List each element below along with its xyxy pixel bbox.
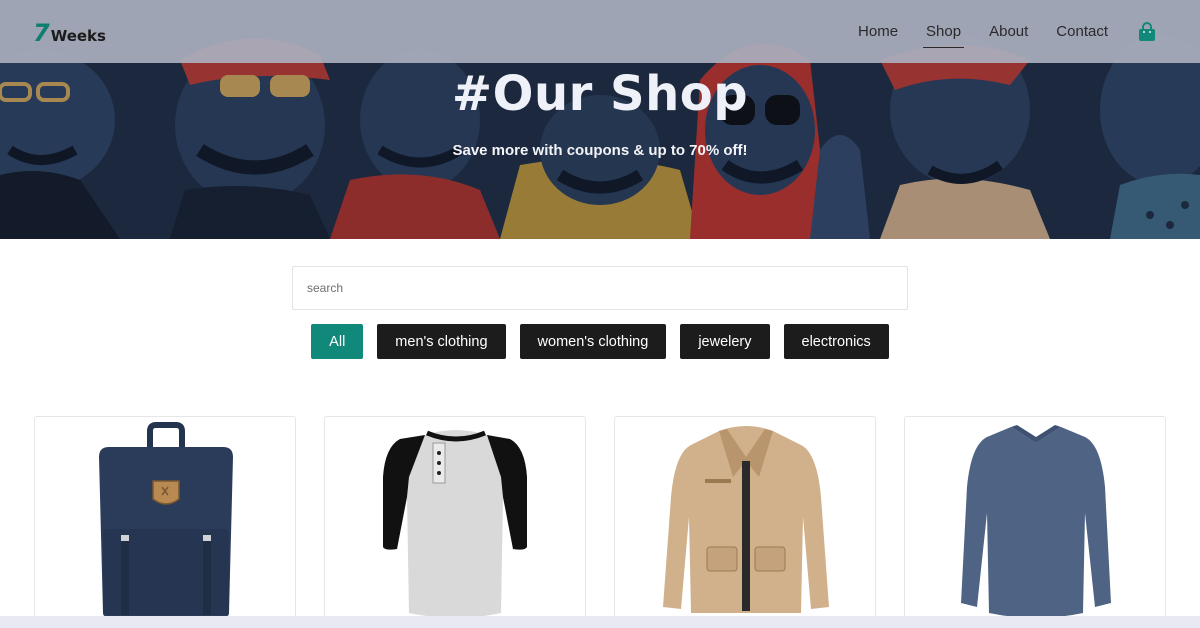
filter-mens-clothing-button[interactable]: men's clothing bbox=[377, 324, 506, 359]
brand-name: Weeks bbox=[50, 27, 106, 45]
category-filters: All men's clothing women's clothing jewe… bbox=[0, 324, 1200, 359]
hero-title: #Our Shop bbox=[451, 66, 749, 122]
product-card[interactable] bbox=[34, 416, 296, 626]
nav-item-about[interactable]: About bbox=[989, 23, 1028, 40]
nav-links: Home Shop About Contact bbox=[858, 0, 1200, 63]
cotton-jacket-image bbox=[663, 426, 829, 613]
navbar: 7 Weeks Home Shop About Contact bbox=[0, 0, 1200, 63]
product-card[interactable] bbox=[324, 416, 586, 626]
filter-womens-clothing-button[interactable]: women's clothing bbox=[519, 324, 667, 359]
shop-page: #Our Shop Save more with coupons & up to… bbox=[0, 0, 1200, 628]
nav-item-home[interactable]: Home bbox=[858, 23, 898, 40]
filter-jewelery-button[interactable]: jewelery bbox=[680, 324, 770, 359]
search-input[interactable] bbox=[292, 266, 908, 310]
product-card[interactable] bbox=[614, 416, 876, 626]
raglan-henley-shirt-image bbox=[383, 430, 527, 618]
product-grid bbox=[34, 416, 1166, 626]
shopping-bag-icon[interactable] bbox=[1138, 21, 1156, 42]
nav-item-contact[interactable]: Contact bbox=[1056, 23, 1108, 40]
product-card[interactable] bbox=[904, 416, 1166, 626]
long-sleeve-tshirt-image bbox=[961, 425, 1111, 618]
bottom-scroll-strip bbox=[0, 616, 1200, 628]
filter-all-button[interactable]: All bbox=[311, 324, 364, 359]
hero-subtitle: Save more with coupons & up to 70% off! bbox=[452, 142, 748, 159]
nav-item-shop[interactable]: Shop bbox=[923, 23, 965, 48]
brand-logo[interactable]: 7 Weeks bbox=[33, 19, 106, 47]
filter-electronics-button[interactable]: electronics bbox=[783, 324, 889, 359]
backpack-image bbox=[99, 422, 233, 617]
brand-mark: 7 bbox=[33, 19, 50, 47]
